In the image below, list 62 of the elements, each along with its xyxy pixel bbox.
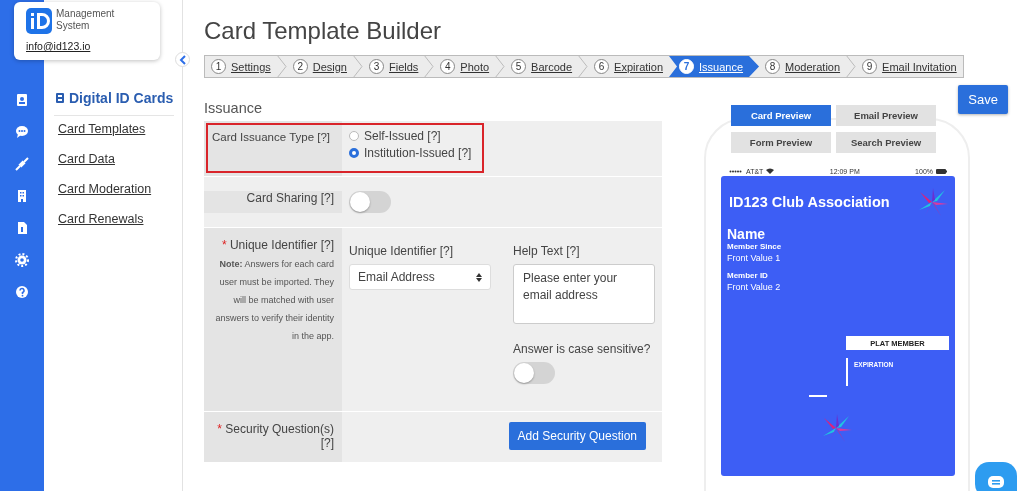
add-question-button[interactable]: Add Security Question: [508, 422, 646, 450]
help-text-field[interactable]: Please enter your email address: [513, 264, 655, 324]
chat-icon[interactable]: [15, 125, 29, 139]
field-label: Card Issuance Type [?]: [212, 131, 332, 143]
step-tab[interactable]: 9 Email Invitation: [856, 56, 963, 77]
help-icon[interactable]: [15, 285, 29, 299]
sort-icon: [476, 272, 482, 282]
step-tab[interactable]: 4 Photo: [434, 56, 496, 77]
sidebar-link[interactable]: Card Templates: [58, 122, 146, 136]
invoice-icon[interactable]: [15, 221, 29, 235]
vertical-rule: [846, 358, 848, 386]
section-heading: Digital ID Cards: [69, 90, 174, 106]
step-tab[interactable]: 1 Settings: [205, 56, 277, 77]
brand-name: Management System: [56, 8, 116, 32]
preview-tab[interactable]: Email Preview: [836, 105, 936, 126]
field-label: Card Sharing [?]: [245, 191, 334, 205]
radio-option[interactable]: Institution-Issued [?]: [349, 146, 655, 160]
wifi-icon: [766, 168, 775, 174]
signal-icon: [729, 169, 743, 173]
sidebar-link[interactable]: Card Moderation: [58, 182, 152, 196]
field-value: Front Value 2: [727, 282, 782, 292]
sidebar-link[interactable]: Card Renewals: [58, 212, 144, 226]
field-label: Member ID: [727, 271, 769, 280]
logo-icon: [26, 8, 52, 34]
battery-icon: [936, 168, 947, 174]
settings-icon[interactable]: [15, 253, 29, 267]
preview-tab[interactable]: Card Preview: [731, 105, 831, 126]
step-tab[interactable]: 3 Fields: [363, 56, 425, 77]
step-tab[interactable]: 5 Barcode: [505, 56, 579, 77]
sidebar-link[interactable]: Card Data: [58, 152, 115, 166]
save-button[interactable]: Save: [958, 85, 1008, 114]
chat-icon: [987, 475, 1005, 489]
plug-icon[interactable]: [15, 157, 29, 171]
step-tab[interactable]: 6 Expiration: [588, 56, 669, 77]
building-icon[interactable]: [15, 189, 29, 203]
field-label: * Security Question(s) [?]: [216, 422, 334, 450]
id-card-icon[interactable]: [15, 93, 29, 107]
radio-option[interactable]: Self-Issued [?]: [349, 129, 655, 143]
toggle-switch[interactable]: [513, 362, 555, 384]
email-link[interactable]: info@id123.io: [26, 40, 91, 52]
toggle-switch[interactable]: [349, 191, 391, 213]
identifier-select[interactable]: Email Address: [349, 264, 491, 290]
field-label: Help Text [?]: [513, 244, 581, 258]
id-card-icon: [56, 93, 64, 103]
preview-tab[interactable]: Form Preview: [731, 132, 831, 153]
note-text: Note: Answers for each card user must be imported. They will be matched with user answers to verify their identity in the app.: [214, 258, 334, 343]
field-label: Member Since: [727, 242, 783, 251]
field-label: Unique Identifier [?]: [349, 244, 455, 258]
field-label: Answer is case sensitive?: [513, 342, 652, 356]
step-tab[interactable]: 2 Design: [286, 56, 353, 77]
step-tab[interactable]: 8 Moderation: [759, 56, 847, 77]
card-name: Name: [727, 226, 767, 242]
field-value: Front Value 1: [727, 253, 782, 263]
card-title: ID123 Club Association: [729, 194, 890, 210]
chevron-left-icon: [178, 54, 187, 65]
preview-tab[interactable]: Search Preview: [836, 132, 936, 153]
step-tab[interactable]: 7 Issuance: [669, 56, 760, 77]
section-title: Issuance: [204, 100, 264, 116]
dash-mark: [809, 395, 827, 397]
field-label: * Unique Identifier [?]: [220, 238, 334, 252]
page-title: Card Template Builder: [204, 17, 441, 45]
chat-button[interactable]: [975, 462, 1017, 491]
